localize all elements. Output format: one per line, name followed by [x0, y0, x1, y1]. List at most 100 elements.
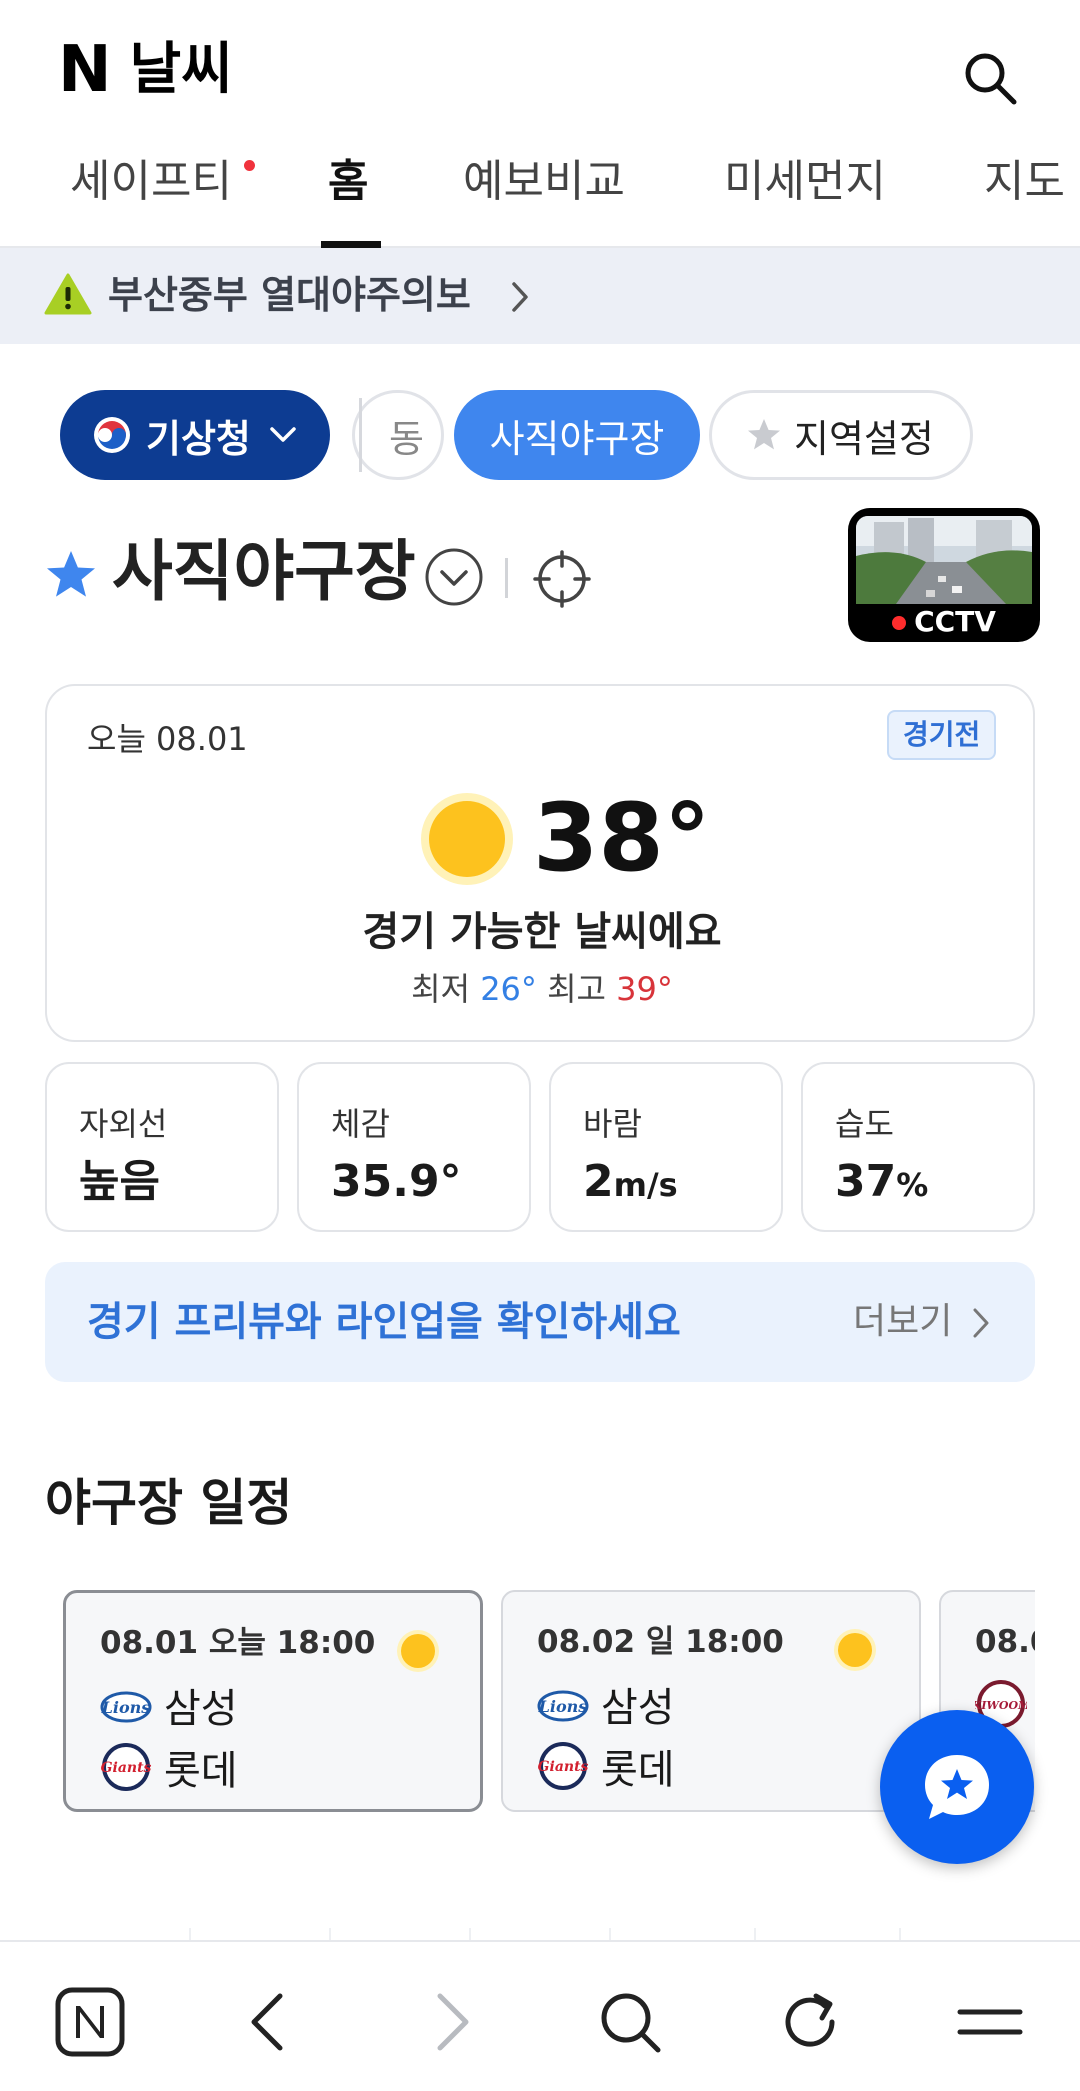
home-team: Giants 롯데	[100, 1739, 238, 1795]
warning-label: 부산중부 열대야주의보	[108, 273, 471, 317]
stat-label: 자외선	[79, 1105, 168, 1143]
game-time: 08.02 일 18:00	[537, 1624, 784, 1660]
svg-text:Lions: Lions	[538, 1697, 588, 1716]
location-title: 사직야구장	[112, 533, 416, 610]
stat-value: 37%	[835, 1156, 929, 1207]
away-team-name: 삼성	[164, 1686, 238, 1732]
location-chip-partial[interactable]: 동	[352, 390, 444, 480]
stat-humidity: 습도 37%	[801, 1062, 1035, 1232]
stat-value: 2m/s	[583, 1156, 678, 1207]
search-icon[interactable]	[960, 48, 1020, 108]
favorite-star-icon[interactable]	[44, 548, 98, 602]
location-chip-label: 사직야구장	[489, 416, 665, 461]
stat-wind: 바람 2m/s	[549, 1062, 783, 1232]
active-tab-indicator	[321, 241, 381, 248]
location-dropdown-icon[interactable]	[424, 547, 484, 607]
game-time: 08.0	[975, 1624, 1035, 1660]
svg-text:Lions: Lions	[101, 1698, 151, 1717]
stat-label: 체감	[331, 1105, 390, 1143]
svg-text:Giants: Giants	[101, 1760, 152, 1776]
min-max-temperature: 최저 26° 최고 39°	[47, 966, 1037, 1012]
warning-icon	[44, 273, 92, 315]
game-card[interactable]: 08.01 오늘 18:00 Lions 삼성 Giants 롯데	[63, 1590, 483, 1812]
sunny-icon	[834, 1629, 876, 1671]
max-temperature: 39°	[616, 970, 673, 1008]
live-dot	[892, 616, 907, 630]
chat-star-icon	[925, 1755, 989, 1819]
region-setting-label: 지역설정	[794, 416, 934, 461]
svg-text:KIWOOM: KIWOOM	[975, 1699, 1027, 1712]
game-time: 08.01 오늘 18:00	[100, 1625, 376, 1661]
today-weather-card: 오늘 08.01 경기전 38° 경기 가능한 날씨에요 최저 26° 최고 3…	[45, 684, 1035, 1042]
game-preview-banner[interactable]: 경기 프리뷰와 라인업을 확인하세요 더보기	[45, 1262, 1035, 1382]
star-icon	[748, 419, 780, 450]
stat-label: 습도	[835, 1105, 894, 1143]
giants-logo-icon: Giants	[538, 1742, 589, 1790]
title-divider	[505, 558, 508, 598]
weather-description: 경기 가능한 날씨에요	[362, 909, 722, 955]
back-icon[interactable]	[230, 1982, 310, 2062]
app-title: 날씨	[129, 37, 233, 102]
scroll-divider	[189, 1928, 901, 1940]
preview-text: 경기 프리뷰와 라인업을 확인하세요	[87, 1299, 681, 1345]
cctv-label-row: CCTV	[848, 604, 1040, 640]
cctv-label: CCTV	[914, 605, 996, 638]
tab-home[interactable]: 홈	[328, 152, 368, 212]
min-label: 최저	[411, 970, 471, 1008]
tab-map[interactable]: 지도	[984, 152, 1065, 212]
app-header: N 날씨	[0, 0, 1080, 140]
tab-forecast-compare[interactable]: 예보비교	[463, 152, 625, 212]
chevron-right-icon	[512, 282, 528, 312]
current-temperature: 38°	[533, 784, 711, 893]
new-badge-dot	[244, 160, 255, 171]
chip-divider	[359, 398, 362, 472]
source-selector-chip[interactable]: 기상청	[60, 390, 330, 480]
current-location-icon[interactable]	[533, 550, 591, 608]
cctv-thumbnail	[856, 516, 1032, 604]
weather-warning-banner[interactable]: 부산중부 열대야주의보	[0, 248, 1080, 344]
brand[interactable]: N 날씨	[58, 33, 233, 107]
giants-logo-icon: Giants	[101, 1743, 152, 1791]
home-team-name: 롯데	[164, 1748, 238, 1794]
stat-label: 바람	[583, 1105, 642, 1143]
stat-feels-like: 체감 35.9°	[297, 1062, 531, 1232]
cctv-button[interactable]: CCTV	[848, 508, 1040, 642]
stat-uv: 자외선 높음	[45, 1062, 279, 1232]
tab-fine-dust[interactable]: 미세먼지	[724, 152, 886, 212]
tab-safety[interactable]: 세이프티	[70, 152, 232, 212]
region-setting-chip[interactable]: 지역설정	[709, 390, 973, 480]
kma-logo-icon	[94, 417, 130, 453]
min-temperature: 26°	[480, 970, 537, 1008]
game-status-badge: 경기전	[887, 710, 997, 760]
refresh-icon[interactable]	[770, 1982, 850, 2062]
stat-value: 35.9°	[331, 1156, 462, 1207]
max-label: 최고	[547, 970, 606, 1008]
home-team: Giants 롯데	[537, 1738, 675, 1794]
menu-icon[interactable]	[950, 1982, 1030, 2062]
sunny-icon	[397, 1630, 439, 1672]
weather-page: N 날씨 세이프티 홈 예보비교 미세먼지 지도 부산중부 열대야주의보 기상청…	[0, 0, 1080, 2091]
tab-bar: 세이프티 홈 예보비교 미세먼지 지도	[0, 140, 1080, 248]
home-team-name: 롯데	[601, 1747, 675, 1793]
chevron-right-icon	[973, 1308, 989, 1338]
today-date: 오늘 08.01	[87, 720, 248, 758]
more-link[interactable]: 더보기	[853, 1292, 952, 1352]
location-chip-selected[interactable]: 사직야구장	[454, 390, 700, 480]
away-team: Lions 삼성	[100, 1677, 238, 1733]
naver-home-icon[interactable]	[50, 1982, 130, 2062]
game-card[interactable]: 08.02 일 18:00 Lions 삼성 Giants 롯데	[501, 1590, 921, 1812]
lions-logo-icon: Lions	[100, 1691, 152, 1723]
away-team: Lions 삼성	[537, 1676, 675, 1732]
search-icon[interactable]	[590, 1982, 670, 2062]
chevron-down-icon	[270, 427, 296, 442]
location-chip-partial-label: 동	[389, 416, 424, 461]
source-label: 기상청	[146, 416, 251, 461]
lions-logo-icon: Lions	[537, 1690, 589, 1722]
away-team-name: 삼성	[601, 1685, 675, 1731]
sunny-icon	[421, 793, 513, 885]
stat-value: 높음	[79, 1156, 160, 1207]
browser-bottom-bar	[0, 1940, 1080, 2091]
schedule-title: 야구장 일정	[45, 1474, 293, 1532]
chatbot-fab[interactable]	[880, 1710, 1034, 1864]
naver-logo: N	[58, 33, 112, 107]
